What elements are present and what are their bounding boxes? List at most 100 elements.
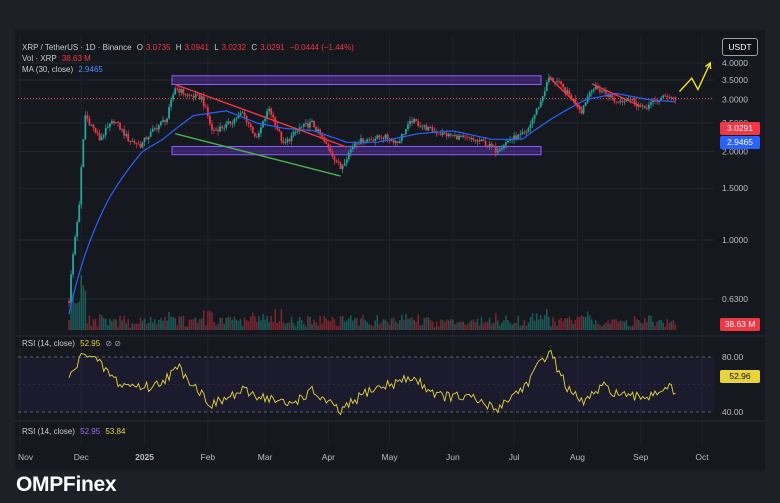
volume-bar: [378, 324, 381, 330]
candles: [68, 73, 677, 307]
candle-body: [72, 254, 74, 275]
rsi-visibility-icons[interactable]: ⊘ ⊘: [105, 339, 121, 348]
candle-body: [613, 97, 616, 102]
volume-bar: [90, 326, 93, 330]
rsi-legend: RSI (14, close) 52.95 ⊘ ⊘: [22, 339, 124, 348]
candle-body: [251, 126, 254, 134]
volume-bar: [625, 320, 628, 330]
price-tick-label: 1.0000: [722, 235, 748, 245]
candle-body: [592, 88, 595, 91]
volume-bar: [515, 322, 517, 330]
candle-body: [166, 118, 168, 123]
candle-body: [204, 106, 207, 108]
candle-body: [321, 134, 324, 138]
candle-body: [125, 134, 128, 136]
volume-bar: [425, 317, 428, 330]
volume-bar: [613, 319, 615, 330]
volume-bar: [298, 317, 301, 330]
candle-body: [159, 121, 162, 126]
candle-body: [464, 135, 467, 137]
rsi-value: 52.95: [80, 339, 101, 348]
volume-bar: [319, 316, 321, 330]
volume-bar: [519, 326, 522, 330]
volume-bar: [231, 319, 234, 330]
screenshot-frame: 80.0040.00 4.00003.50003.00002.50002.000…: [0, 0, 780, 503]
volume-bar: [262, 313, 264, 330]
volume-bar: [437, 326, 440, 330]
volume-bar: [601, 326, 603, 330]
candle-body: [609, 95, 612, 97]
volume-bar: [182, 315, 185, 330]
candle-body: [345, 159, 348, 164]
volume-bar: [217, 323, 219, 330]
candle-body: [100, 136, 103, 141]
candle-body: [129, 141, 132, 142]
volume-bar: [111, 321, 113, 330]
candle-body: [566, 90, 569, 94]
volume-bar: [497, 320, 499, 330]
volume-bar: [125, 323, 127, 330]
volume-bar: [543, 315, 546, 330]
candle-body: [68, 301, 70, 303]
volume-bar: [623, 321, 626, 330]
candle-body: [227, 121, 230, 124]
volume-bar: [509, 322, 511, 330]
candle-body: [584, 102, 587, 106]
volume-bar: [452, 319, 454, 330]
volume-bar: [311, 324, 313, 330]
candle-body: [162, 120, 164, 122]
candle-body: [255, 136, 258, 138]
price-tick-label: 0.6300: [722, 294, 748, 304]
volume-bar: [574, 319, 577, 330]
volume-bar: [488, 317, 491, 330]
candle-body: [443, 132, 446, 134]
time-tick-label: Feb: [201, 452, 216, 462]
candle-body: [619, 100, 622, 103]
volume-bar: [407, 319, 409, 330]
moving-average: [68, 92, 676, 315]
volume-bar: [609, 323, 611, 330]
candle-body: [492, 146, 495, 148]
volume-bar: [68, 319, 70, 330]
volume-bar: [119, 315, 121, 330]
volume-bar: [292, 323, 295, 330]
candle-body: [327, 143, 330, 148]
volume-bar: [568, 316, 571, 330]
candle-body: [621, 100, 624, 102]
volume-bar: [288, 322, 291, 330]
volume-bar: [635, 319, 638, 330]
candle-body: [233, 119, 236, 124]
volume-bar: [225, 318, 228, 330]
candle-body: [88, 118, 91, 125]
candle-body: [131, 140, 134, 142]
volume-bar: [84, 290, 87, 330]
volume-bar: [109, 318, 111, 330]
volume-bar: [384, 319, 387, 330]
volume-bar: [184, 326, 187, 330]
volume-bar: [464, 324, 466, 330]
volume-bar: [584, 317, 587, 330]
volume-bar: [621, 320, 624, 330]
volume-bar: [104, 318, 107, 330]
candle-body: [268, 108, 271, 112]
candle-body: [253, 133, 256, 137]
volume-bar: [145, 323, 148, 330]
volume-bar: [300, 320, 303, 330]
candle-body: [184, 94, 187, 96]
volume-bar: [200, 318, 203, 330]
candle-body: [92, 124, 95, 128]
volume-bar: [196, 322, 199, 330]
candle-body: [347, 152, 350, 160]
volume-bar: [617, 322, 620, 330]
volume-bar: [458, 322, 460, 330]
candle-body: [108, 123, 111, 128]
volume-bar: [505, 315, 507, 330]
currency-button[interactable]: USDT: [722, 38, 758, 56]
volume-bar: [123, 315, 125, 330]
candle-body: [629, 98, 632, 100]
candle-body: [650, 102, 652, 105]
resistance-trendline: [548, 76, 583, 110]
volume-bar: [270, 315, 272, 330]
volume-bar: [586, 311, 589, 330]
volume-bar: [631, 325, 634, 330]
